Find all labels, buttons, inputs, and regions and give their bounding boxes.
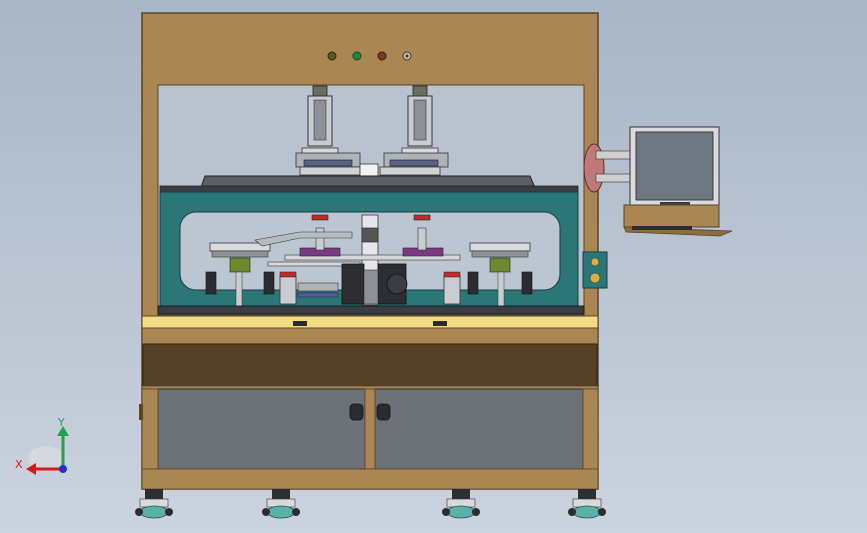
keyboard-tray — [623, 204, 733, 237]
monitor-arm — [583, 143, 631, 193]
coordinate-triad-icon: Y X — [15, 416, 69, 475]
motor-assembly — [341, 263, 408, 305]
caster-wheel-icon — [568, 489, 606, 519]
caster-wheel-icon — [442, 489, 480, 519]
upper-plate — [159, 175, 579, 193]
caster-wheel-icon — [135, 489, 173, 519]
indicator-light-green — [352, 51, 362, 61]
indicator-light-brown — [377, 51, 387, 61]
drawer-band — [142, 343, 598, 387]
indicator-light-olive — [327, 51, 337, 61]
machine-drawing: Y X — [15, 12, 733, 519]
cad-viewport[interactable]: Y X — [0, 0, 867, 533]
cabinet-doors — [157, 388, 584, 470]
caster-wheel-icon — [262, 489, 300, 519]
triad-y-label: Y — [57, 416, 65, 429]
monitor — [629, 126, 720, 208]
side-control-box — [582, 251, 608, 289]
front-light-bar — [141, 315, 599, 345]
triad-x-label: X — [15, 458, 23, 471]
